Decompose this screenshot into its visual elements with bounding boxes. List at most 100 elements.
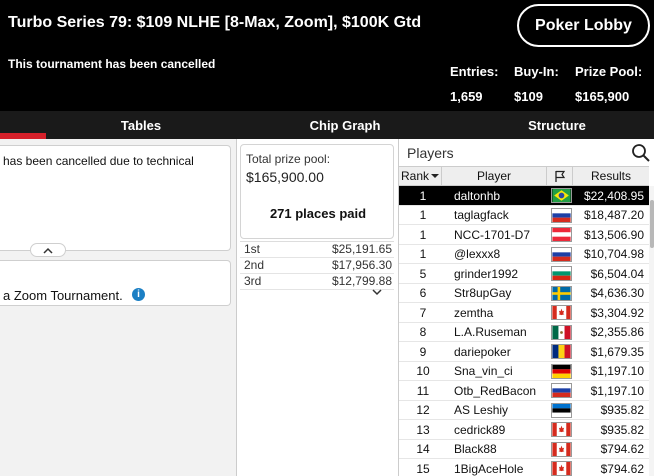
player-row[interactable]: 1 taglagfack $18,487.20 (399, 206, 649, 225)
payout-place: 1st (244, 242, 261, 256)
player-row[interactable]: 8 L.A.Ruseman $2,355.86 (399, 323, 649, 342)
payout-place: 2nd (244, 258, 265, 272)
sort-arrow-icon (431, 174, 439, 178)
player-row[interactable]: 1 @lexxx8 $10,704.98 (399, 245, 649, 264)
player-row[interactable]: 15 1BigAceHole $794.62 (399, 459, 649, 476)
places-paid: 271 places paid (269, 206, 367, 221)
player-name: L.A.Ruseman (454, 325, 527, 339)
player-rank: 1 (419, 208, 427, 222)
mexico-flag (551, 324, 572, 340)
player-rank: 13 (416, 422, 430, 437)
total-prize-pool-value: $165,900.00 (246, 169, 324, 185)
column-rank[interactable]: Rank (399, 167, 442, 185)
player-row[interactable]: 10 Sna_vin_ci $1,197.10 (399, 362, 649, 381)
prize-summary: Total prize pool: $165,900.00 271 places… (240, 144, 394, 239)
player-rank: 10 (416, 364, 430, 378)
player-name: daltonhb (454, 188, 501, 203)
players-table-header: Rank Player Results (399, 166, 649, 186)
players-title: Players (407, 145, 454, 161)
player-row[interactable]: 7 zemtha $3,304.92 (399, 303, 649, 323)
payout-amount: $17,956.30 (331, 258, 392, 272)
player-rank: 8 (419, 325, 427, 339)
scrollbar-thumb[interactable] (650, 200, 654, 248)
player-rank: 11 (416, 383, 430, 398)
players-panel: Players Rank Player Results 1 daltonhb $22… (398, 139, 654, 476)
player-rank: 9 (419, 344, 427, 359)
player-row[interactable]: 1 NCC-1701-D7 $13,506.90 (399, 225, 649, 245)
payout-list: 1st $25,191.65 2nd $17,956.30 3rd $12,79… (240, 241, 394, 290)
payout-amount: $25,191.65 (331, 242, 392, 256)
player-name: Otb_RedBacon (454, 383, 537, 398)
player-row[interactable]: 13 cedrick89 $935.82 (399, 420, 649, 440)
player-name: cedrick89 (454, 422, 506, 437)
player-result: $1,679.35 (590, 344, 644, 359)
canada-flag (551, 441, 572, 457)
player-rank: 1 (419, 247, 427, 261)
prize-panel: Total prize pool: $165,900.00 271 places… (237, 139, 398, 476)
collapse-message-button[interactable] (30, 243, 66, 257)
flag-icon (554, 170, 565, 182)
player-result: $794.62 (600, 461, 644, 476)
player-rank: 1 (419, 188, 427, 203)
player-result: $3,304.92 (590, 305, 644, 320)
player-name: Str8upGay (454, 286, 512, 300)
payout-row: 1st $25,191.65 (240, 242, 394, 258)
info-icon[interactable]: i (132, 288, 145, 301)
sweden-flag (551, 285, 572, 301)
player-row[interactable]: 11 Otb_RedBacon $1,197.10 (399, 381, 649, 401)
total-prize-pool-label: Total prize pool: (246, 152, 331, 166)
column-country[interactable] (547, 167, 573, 185)
poker-lobby-button[interactable]: Poker Lobby (517, 4, 650, 47)
zoom-tournament-text: a Zoom Tournament. (3, 288, 123, 303)
zoom-info-box: a Zoom Tournament. i (0, 260, 231, 306)
player-row[interactable]: 1 daltonhb $22,408.95 (399, 186, 649, 206)
player-row[interactable]: 9 dariepoker $1,679.35 (399, 342, 649, 362)
cancellation-message: has been cancelled due to technical (3, 154, 194, 168)
player-name: grinder1992 (454, 266, 519, 281)
canada-flag (551, 422, 572, 437)
canada-flag (551, 461, 572, 476)
player-result: $2,355.86 (590, 325, 644, 339)
player-result: $935.82 (600, 422, 644, 437)
player-result: $10,704.98 (583, 247, 644, 261)
tab-bar: Tables Chip Graph Structure (0, 111, 654, 139)
tab-structure[interactable]: Structure (462, 111, 652, 139)
player-row[interactable]: 5 grinder1992 $6,504.04 (399, 264, 649, 284)
tournament-info-panel: has been cancelled due to technical a Zo… (0, 139, 237, 476)
column-player-label: Player (476, 169, 511, 183)
tournament-header: Turbo Series 79: $109 NLHE [8-Max, Zoom]… (0, 0, 654, 111)
austria-flag (551, 227, 572, 242)
column-results[interactable]: Results (573, 167, 649, 185)
russia-flag (551, 383, 572, 398)
player-row[interactable]: 14 Black88 $794.62 (399, 440, 649, 459)
column-player[interactable]: Player (442, 167, 547, 185)
tab-chip-graph[interactable]: Chip Graph (250, 111, 440, 139)
bulgaria-flag (551, 266, 572, 281)
player-name: @lexxx8 (454, 247, 501, 261)
chevron-up-icon (43, 247, 53, 254)
player-result: $13,506.90 (583, 227, 644, 242)
search-icon[interactable] (631, 143, 651, 163)
romania-flag (551, 344, 572, 359)
player-rank: 7 (419, 305, 427, 320)
russia-flag (551, 246, 572, 262)
player-name: Black88 (454, 442, 497, 456)
cancellation-message-box: has been cancelled due to technical (0, 145, 231, 251)
tab-tables[interactable]: Tables (46, 111, 236, 139)
entries-value: 1,659 (450, 89, 483, 104)
expand-payouts-button[interactable] (366, 286, 388, 298)
column-results-label: Results (590, 169, 631, 183)
player-rank: 15 (416, 461, 430, 476)
players-header: Players (399, 139, 654, 166)
player-rank: 5 (419, 266, 427, 281)
player-result: $18,487.20 (583, 208, 644, 222)
player-row[interactable]: 6 Str8upGay $4,636.30 (399, 284, 649, 303)
player-rank: 14 (416, 442, 430, 456)
cancelled-notice: This tournament has been cancelled (8, 57, 216, 71)
payout-row: 2nd $17,956.30 (240, 258, 394, 274)
player-rank: 1 (419, 227, 427, 242)
player-row[interactable]: 12 AS Leshiy $935.82 (399, 401, 649, 420)
players-scrollbar[interactable] (649, 186, 654, 476)
player-name: NCC-1701-D7 (454, 227, 531, 242)
canada-flag (551, 305, 572, 320)
